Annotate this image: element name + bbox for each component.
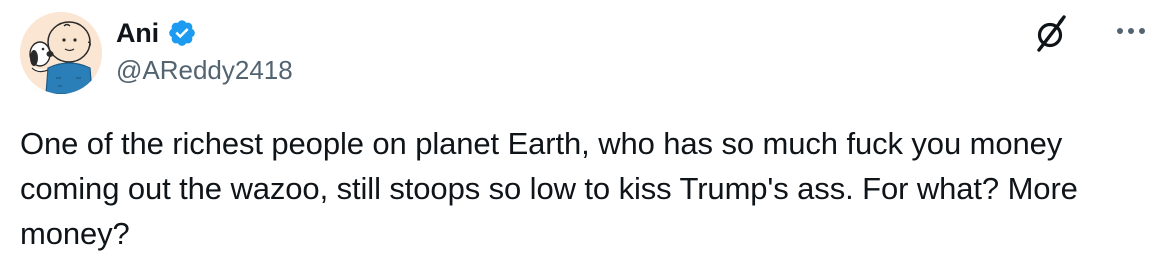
- author-handle[interactable]: @AReddy2418: [116, 55, 293, 86]
- verified-badge-icon[interactable]: [167, 18, 197, 48]
- snoopy-avatar-icon: [20, 12, 102, 94]
- author-name-row[interactable]: Ani: [116, 14, 197, 52]
- avatar[interactable]: [20, 12, 102, 94]
- grok-button[interactable]: [1033, 14, 1067, 54]
- tweet-card: Ani @AReddy2418 One of the richest peopl…: [0, 0, 1172, 272]
- tweet-text: One of the richest people on planet Eart…: [20, 126, 1078, 251]
- more-dots-icon: [1117, 28, 1145, 34]
- author-display-name[interactable]: Ani: [116, 18, 159, 49]
- more-options-button[interactable]: [1112, 16, 1152, 46]
- grok-slash-icon: [1037, 15, 1066, 52]
